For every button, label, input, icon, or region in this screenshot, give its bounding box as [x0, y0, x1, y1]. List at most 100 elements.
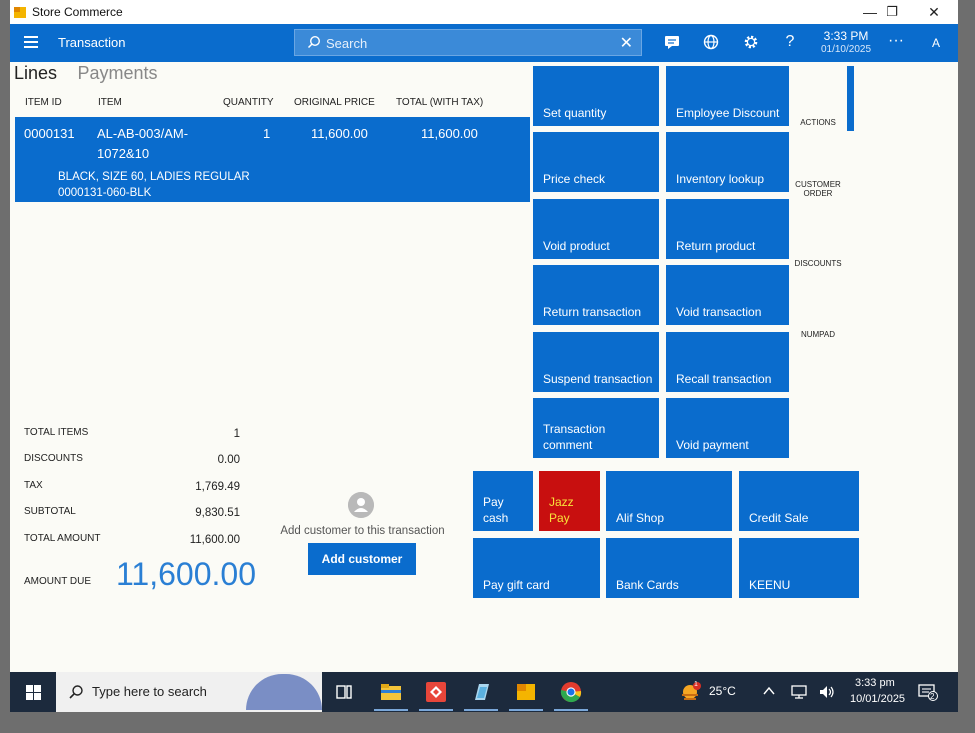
keenu-button[interactable]: KEENU [739, 538, 859, 598]
jazz-pay-label: Jazz Pay [549, 495, 574, 525]
user-avatar[interactable]: A [932, 36, 940, 50]
set-quantity-button[interactable]: Set quantity [533, 66, 659, 126]
view-tabs: Lines Payments [14, 63, 174, 84]
volume-icon[interactable] [818, 684, 836, 700]
total-items-label: TOTAL ITEMS [24, 427, 89, 438]
column-header-total: TOTAL (WITH TAX) [396, 97, 484, 108]
taskbar-search-icon [69, 685, 83, 699]
bank-cards-button[interactable]: Bank Cards [606, 538, 732, 598]
page-title: Transaction [58, 35, 126, 50]
subtotal-value: 9,830.51 [195, 507, 240, 519]
chrome-icon[interactable] [559, 680, 583, 704]
notifications-icon[interactable] [918, 683, 938, 701]
suspend-transaction-button[interactable]: Suspend transaction [533, 332, 659, 392]
side-tab-numpad[interactable]: NUMPAD [793, 330, 843, 339]
chat-icon[interactable] [663, 33, 681, 51]
hamburger-menu-icon[interactable] [24, 36, 38, 48]
taskbar-search-text: Type here to search [92, 684, 207, 699]
restore-button[interactable]: ❐ [872, 2, 912, 22]
tab-lines[interactable]: Lines [14, 63, 57, 84]
taskbar-date[interactable]: 10/01/2025 [850, 693, 905, 705]
search-highlight-illustration-icon [246, 674, 322, 710]
taskbar-time[interactable]: 3:33 pm [855, 677, 895, 689]
column-header-original-price: ORIGINAL PRICE [294, 97, 375, 108]
row-item-name-line2: 1072&10 [97, 146, 150, 161]
gear-icon[interactable] [742, 33, 760, 51]
header-clock: 3:33 PM 01/10/2025 [818, 29, 874, 57]
row-item-name-line1: AL-AB-003/AM- [97, 126, 189, 141]
column-header-item: ITEM [98, 97, 122, 108]
screen-snip-icon[interactable] [469, 680, 493, 704]
window-title: Store Commerce [32, 5, 123, 19]
row-quantity: 1 [263, 126, 271, 141]
taskbar-search-box[interactable]: Type here to search [56, 672, 322, 712]
return-transaction-button[interactable]: Return transaction [533, 265, 659, 325]
transaction-comment-button[interactable]: Transaction comment [533, 398, 659, 458]
side-tab-actions[interactable]: ACTIONS [793, 118, 843, 127]
app-header: Transaction ✕ ? 3:33 PM 01/10/2 [10, 24, 958, 62]
alif-shop-button[interactable]: Alif Shop [606, 471, 732, 531]
store-commerce-logo-icon [14, 7, 26, 18]
task-view-icon[interactable] [332, 680, 356, 704]
chevron-up-icon[interactable] [763, 686, 775, 696]
side-tab-discounts[interactable]: DISCOUNTS [793, 259, 843, 268]
screen-snip-running-indicator [464, 709, 498, 711]
total-amount-label: TOTAL AMOUNT [24, 533, 101, 544]
row-variant: BLACK, SIZE 60, LADIES REGULAR [58, 171, 250, 183]
inventory-lookup-button[interactable]: Inventory lookup [666, 132, 789, 192]
void-payment-button[interactable]: Void payment [666, 398, 789, 458]
store-commerce-taskbar-icon[interactable] [514, 680, 538, 704]
header-time: 3:33 PM [823, 29, 869, 43]
side-tab-customer-order[interactable]: CUSTOMER ORDER [790, 180, 846, 198]
weather-icon[interactable] [680, 682, 702, 702]
search-icon [307, 35, 321, 49]
return-product-button[interactable]: Return product [666, 199, 789, 259]
close-button[interactable]: ✕ [914, 2, 954, 22]
windows-taskbar: Type here to search 1 25°C 3:33 pm 10/01… [10, 672, 958, 712]
tax-value: 1,769.49 [195, 481, 240, 493]
row-variant-code: 0000131-060-BLK [58, 187, 152, 199]
discounts-value: 0.00 [217, 454, 240, 466]
void-product-button[interactable]: Void product [533, 199, 659, 259]
jazz-pay-button[interactable]: Jazz Pay [539, 471, 600, 531]
anydesk-icon[interactable] [424, 680, 448, 704]
customer-avatar-icon [348, 492, 374, 518]
row-original-price: 11,600.00 [311, 126, 368, 141]
subtotal-label: SUBTOTAL [24, 506, 76, 517]
more-options-button[interactable]: ··· [888, 32, 904, 50]
pay-cash-button[interactable]: Pay cash [473, 471, 533, 531]
employee-discount-button[interactable]: Employee Discount [666, 66, 789, 126]
tab-payments[interactable]: Payments [77, 63, 157, 84]
total-items-value: 1 [233, 428, 240, 440]
clear-search-icon[interactable]: ✕ [620, 33, 633, 53]
anydesk-running-indicator [419, 709, 453, 711]
price-check-button[interactable]: Price check [533, 132, 659, 192]
recall-transaction-button[interactable]: Recall transaction [666, 332, 789, 392]
notification-count: 2 [930, 692, 935, 701]
search-input[interactable] [326, 34, 606, 52]
credit-sale-button[interactable]: Credit Sale [739, 471, 859, 531]
chrome-running-indicator [554, 709, 588, 711]
table-row[interactable]: 0000131 AL-AB-003/AM- 1072&10 1 11,600.0… [15, 117, 530, 202]
active-side-tab-indicator [847, 66, 854, 131]
tax-label: TAX [24, 480, 43, 491]
amount-due-label: AMOUNT DUE [24, 576, 92, 587]
pay-gift-card-button[interactable]: Pay gift card [473, 538, 600, 598]
void-transaction-button[interactable]: Void transaction [666, 265, 789, 325]
temperature[interactable]: 25°C [709, 684, 736, 698]
windows-start-icon[interactable] [26, 685, 41, 700]
file-explorer-running-indicator [374, 709, 408, 711]
file-explorer-icon[interactable] [379, 680, 403, 704]
amount-due-value: 11,600.00 [116, 556, 256, 592]
title-bar: Store Commerce — ❐ ✕ [10, 0, 958, 24]
globe-icon[interactable] [702, 33, 720, 51]
add-customer-button[interactable]: Add customer [308, 543, 416, 575]
store-commerce-running-indicator [509, 709, 543, 711]
weather-badge-count: 1 [694, 681, 698, 688]
help-icon[interactable]: ? [781, 33, 799, 51]
search-box[interactable]: ✕ [294, 29, 642, 56]
row-item-id: 0000131 [24, 126, 75, 141]
add-customer-prompt: Add customer to this transaction [280, 525, 445, 537]
network-icon[interactable] [790, 684, 808, 700]
transaction-comment-label: Transaction comment [543, 422, 606, 452]
